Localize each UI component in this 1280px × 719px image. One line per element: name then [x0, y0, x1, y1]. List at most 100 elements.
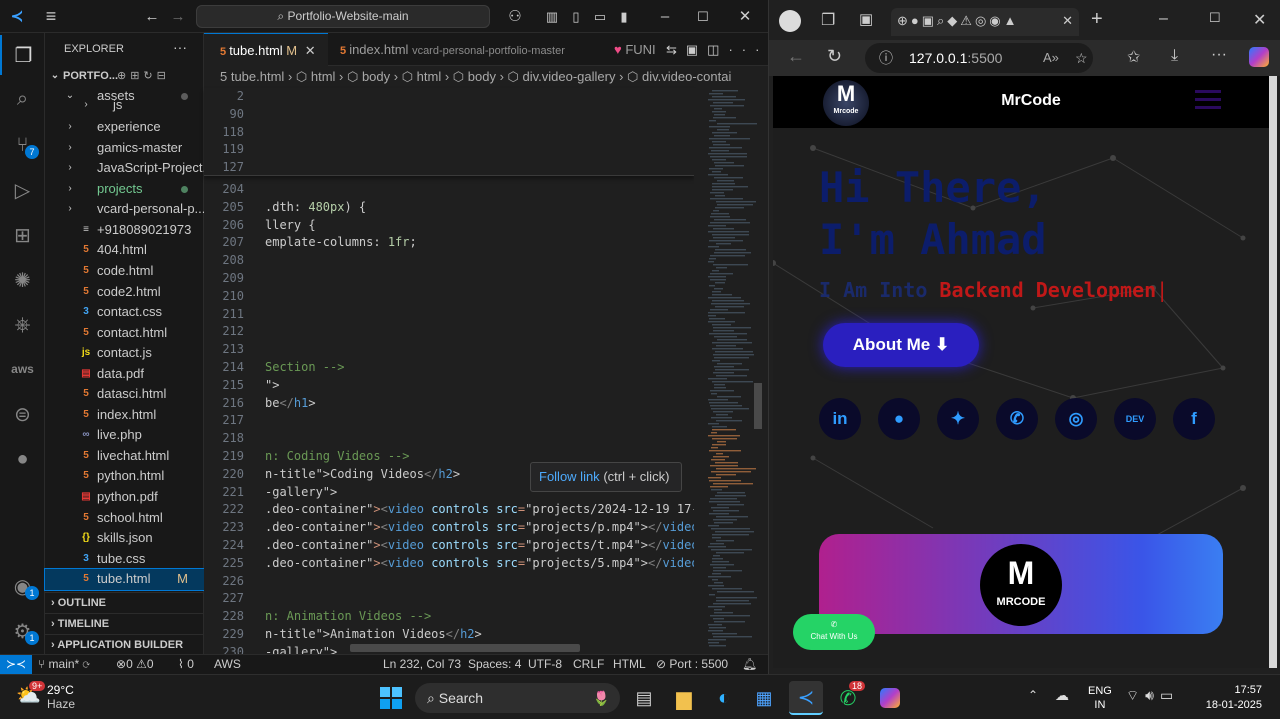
- tree-item[interactable]: › js: [45, 95, 204, 116]
- encoding[interactable]: UTF-8: [528, 655, 562, 674]
- code-line[interactable]: 228 n: Animation Videos -->: [204, 608, 694, 626]
- code-line[interactable]: 214 Section -->: [204, 359, 694, 377]
- github-icon[interactable]: ●: [0, 439, 45, 479]
- vscode-taskbar-icon[interactable]: ≺: [789, 681, 823, 715]
- workspaces-icon[interactable]: ❐: [821, 10, 835, 30]
- language-indicator[interactable]: ENG IN: [1088, 684, 1112, 712]
- file-explorer-icon[interactable]: ▆: [667, 681, 701, 715]
- code-line[interactable]: 218: [204, 430, 694, 448]
- refresh-icon[interactable]: ↻: [827, 46, 842, 67]
- profile-avatar[interactable]: [779, 10, 801, 32]
- github-link[interactable]: ●: [878, 398, 920, 440]
- outline-section[interactable]: › OUTLINE: [45, 592, 204, 612]
- site-brand[interactable]: MrCode: [971, 92, 1091, 110]
- code-line[interactable]: 211: [204, 306, 694, 324]
- menu-icon[interactable]: ≡: [38, 0, 64, 33]
- tree-item[interactable]: 5 index.html: [45, 405, 204, 426]
- tree-item[interactable]: › gamics-master: [45, 138, 204, 159]
- code-line[interactable]: 217: [204, 412, 694, 430]
- favorite-star-icon[interactable]: ☆: [1075, 43, 1088, 73]
- forward-arrow-icon[interactable]: →: [166, 0, 190, 33]
- run-debug-icon[interactable]: ▷: [0, 170, 45, 210]
- more-actions-icon[interactable]: ···: [173, 39, 187, 55]
- remote-indicator-icon[interactable]: ≻≺: [0, 655, 32, 675]
- tree-item[interactable]: ▤ data.pdf: [45, 364, 204, 385]
- url-field[interactable]: ⓘ 127.0.0.1:5500 A» ☆: [865, 43, 1093, 73]
- code-line[interactable]: 224 .deo-container"><video controls src="…: [204, 537, 694, 555]
- taskbar-search[interactable]: ⌕ Search 🌷: [415, 683, 620, 713]
- read-aloud-icon[interactable]: A»: [1043, 43, 1059, 73]
- command-center-search[interactable]: ⌕ Portfolio-Website-main: [196, 5, 490, 28]
- layout-icon[interactable]: ▥: [542, 0, 562, 33]
- accounts-icon[interactable]: ◉ 1: [0, 566, 45, 606]
- tree-item[interactable]: 5 datasci.html: [45, 384, 204, 405]
- workspace-root[interactable]: ⌄ PORTFO... ⊕⊞↻⊟: [45, 66, 204, 87]
- tab-index-html[interactable]: 5 index.html vcard-personal-portfolio-ma…: [328, 33, 596, 66]
- openai-icon[interactable]: ✺: [0, 260, 45, 300]
- clock[interactable]: 17:57 18-01-2025: [1200, 683, 1262, 713]
- back-arrow-icon[interactable]: ←: [140, 0, 164, 33]
- copilot-icon[interactable]: [873, 681, 907, 715]
- sticky-line[interactable]: 2: [204, 88, 694, 106]
- sticky-line[interactable]: 127: [204, 159, 694, 177]
- minimap[interactable]: [694, 88, 768, 654]
- tree-item[interactable]: js contact.js: [45, 343, 204, 364]
- tree-item[interactable]: 5 code.html: [45, 261, 204, 282]
- minimize-button[interactable]: –: [650, 0, 680, 33]
- cursor-position[interactable]: Ln 232, Col 73: [383, 655, 461, 674]
- extensions-icon[interactable]: ⊞: [0, 215, 45, 255]
- sticky-line[interactable]: 119: [204, 141, 694, 159]
- code-line[interactable]: 223 .deo-container"><video controls src="…: [204, 519, 694, 537]
- copilot-icon[interactable]: [1249, 47, 1269, 67]
- aws-icon[interactable]: aws: [0, 349, 45, 389]
- explorer-toolbar-icons[interactable]: ⊕⊞↻⊟: [117, 66, 170, 87]
- tree-item[interactable]: 3 tube.css: [45, 549, 204, 570]
- code-line[interactable]: 205 .dth: 480px) {: [204, 199, 694, 217]
- code-line[interactable]: 215 ">: [204, 377, 694, 395]
- breadcrumb-item[interactable]: ⬡ body: [347, 69, 390, 84]
- tree-item[interactable]: 5 contact.html: [45, 323, 204, 344]
- tree-item[interactable]: 5 school.html: [45, 508, 204, 529]
- application-builder-section[interactable]: › APPLICATION BUILDER: [45, 634, 204, 654]
- code-line[interactable]: 216 be</h1>: [204, 395, 694, 413]
- notifications-icon[interactable]: 🔔︎: [742, 655, 757, 674]
- language-mode[interactable]: HTML: [613, 655, 646, 674]
- tree-item[interactable]: 5 code2.html: [45, 282, 204, 303]
- tree-item[interactable]: › vcard-personal-p...: [45, 199, 204, 220]
- tree-item[interactable]: ∞ live.php: [45, 425, 204, 446]
- tab-tube-html[interactable]: 5 tube.html M ✕: [204, 33, 328, 66]
- horizontal-scrollbar[interactable]: [350, 644, 580, 652]
- breadcrumb-item[interactable]: ⬡ html: [402, 69, 442, 84]
- indentation[interactable]: Spaces: 4: [468, 655, 521, 674]
- breadcrumb-item[interactable]: ⬡ div.video-contai: [627, 69, 731, 84]
- tab-group-favicons[interactable]: ⊕●▣⌕◆⚠◎◉▲ ✕: [891, 8, 1079, 36]
- tree-item[interactable]: ≡ +918089021973: [45, 220, 204, 241]
- remote-explorer-icon[interactable]: ⊜: [0, 394, 45, 434]
- tree-item[interactable]: › JavaScript-Project...: [45, 158, 204, 179]
- branch-indicator[interactable]: ⑂ main* ⟳: [38, 655, 90, 674]
- tree-item[interactable]: 3 contact.css: [45, 302, 204, 323]
- tree-item[interactable]: 5 livechat.html: [45, 446, 204, 467]
- edge-icon[interactable]: ◐: [707, 681, 741, 715]
- editor-actions[interactable]: ⇆▣◫···: [666, 33, 766, 66]
- facebook-link[interactable]: f: [1173, 398, 1215, 440]
- system-tray-icons[interactable]: ⌔🔊︎▭: [1126, 687, 1179, 705]
- tree-item[interactable]: 5 404.html: [45, 240, 204, 261]
- search-icon[interactable]: ⌕: [0, 79, 45, 119]
- code-line[interactable]: 225 .deo-container"><video controls src="…: [204, 555, 694, 573]
- copilot-icon[interactable]: ⚇: [500, 0, 530, 33]
- kubernetes-icon[interactable]: ⎈: [0, 305, 45, 345]
- breadcrumb-item[interactable]: 5 tube.html: [220, 69, 284, 84]
- minimize-button[interactable]: –: [1159, 10, 1168, 28]
- close-tab-icon[interactable]: ✕: [1062, 13, 1073, 29]
- tree-item[interactable]: 5 tube.html M: [44, 568, 205, 591]
- start-button[interactable]: [374, 681, 408, 715]
- line-ending[interactable]: CRLF: [573, 655, 604, 674]
- code-line[interactable]: 226: [204, 573, 694, 591]
- tab-actions-icon[interactable]: ▣: [859, 10, 873, 28]
- code-line[interactable]: 207 emplate-columns: 1fr;: [204, 234, 694, 252]
- back-arrow-icon[interactable]: ←: [787, 46, 805, 67]
- tree-item[interactable]: 5 python.html: [45, 466, 204, 487]
- code-line[interactable]: 227: [204, 590, 694, 608]
- settings-gear-icon[interactable]: ⚙ 1: [0, 611, 45, 651]
